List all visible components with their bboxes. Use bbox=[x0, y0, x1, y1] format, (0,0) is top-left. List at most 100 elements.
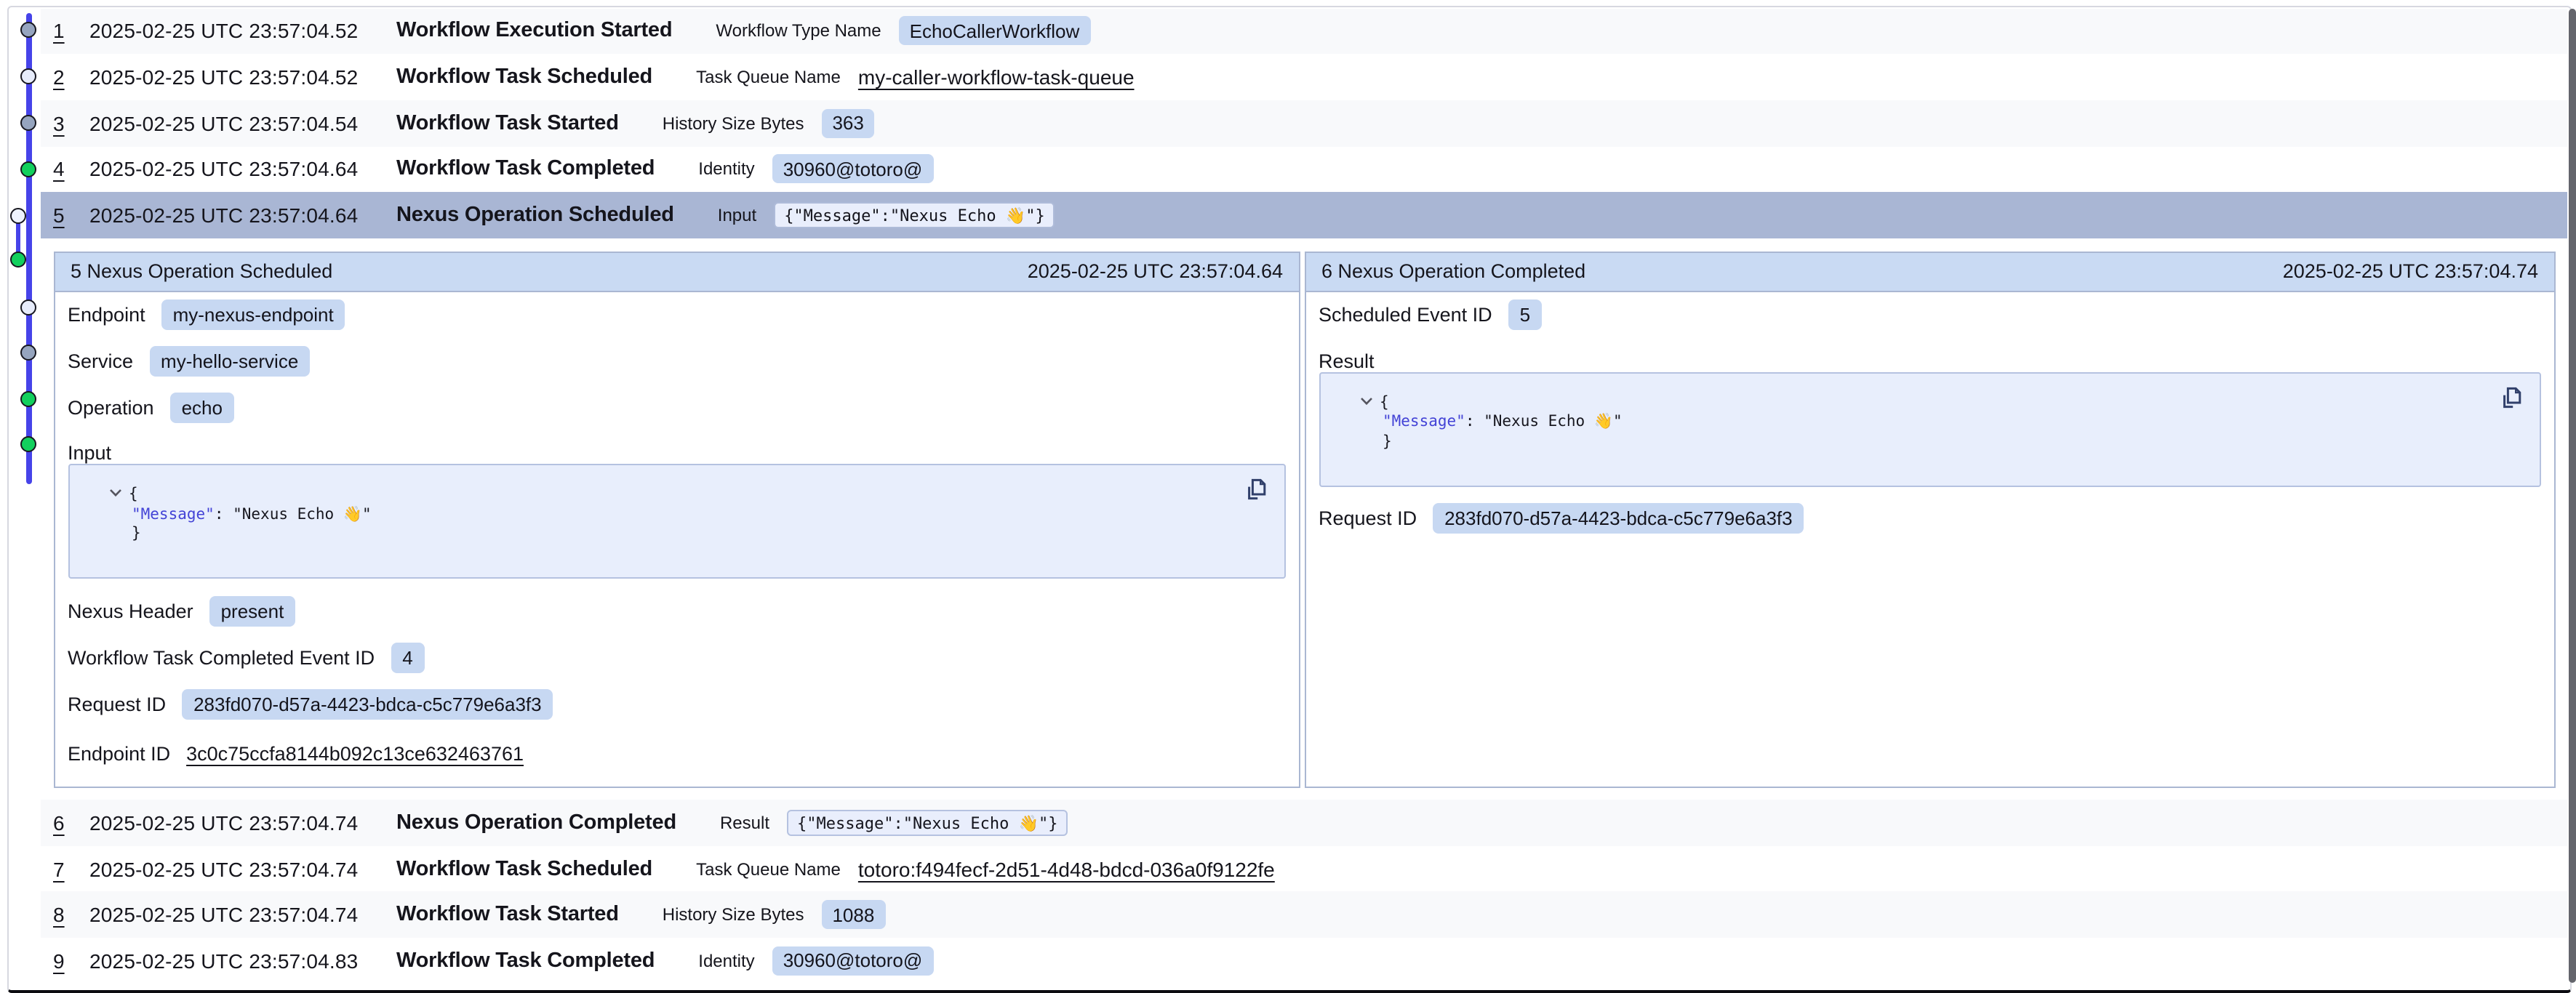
json-payload-chip: {"Message":"Nexus Echo 👋"} bbox=[787, 810, 1068, 836]
chevron-down-icon[interactable] bbox=[108, 484, 121, 504]
copy-icon[interactable] bbox=[2500, 386, 2524, 409]
json-value: "Nexus Echo 👋" bbox=[233, 505, 372, 523]
vertical-scrollbar[interactable] bbox=[2569, 9, 2576, 983]
field-value-badge: 4 bbox=[391, 642, 424, 672]
json-key: "Message" bbox=[132, 505, 215, 523]
detail-badge: EchoCallerWorkflow bbox=[899, 17, 1091, 46]
event-id-link[interactable]: 8 bbox=[53, 903, 65, 926]
event-name: Workflow Task Completed bbox=[396, 949, 655, 973]
event-id-link[interactable]: 2 bbox=[53, 65, 65, 89]
event-detail-label: Workflow Type Name bbox=[716, 21, 881, 41]
event-row-7[interactable]: 7 2025-02-25 UTC 23:57:04.74 Workflow Ta… bbox=[40, 845, 2567, 891]
timeline-event-dot[interactable] bbox=[21, 390, 37, 406]
event-name: Nexus Operation Completed bbox=[396, 811, 676, 835]
event-detail-label: History Size Bytes bbox=[663, 113, 804, 133]
event-timestamp: 2025-02-25 UTC 23:57:04.52 bbox=[89, 20, 396, 43]
event-6-panel-header: 6 Nexus Operation Completed 2025-02-25 U… bbox=[1305, 252, 2554, 292]
event-id-cell: 4 bbox=[40, 158, 89, 181]
event-id-cell: 3 bbox=[40, 111, 89, 134]
event-name: Workflow Task Started bbox=[396, 903, 619, 926]
event-detail-value: 30960@totoro@ bbox=[772, 155, 934, 184]
timeline-event-dot[interactable] bbox=[10, 207, 26, 223]
event-name: Workflow Task Started bbox=[396, 111, 619, 134]
event-id-link[interactable]: 7 bbox=[53, 857, 65, 880]
timeline-event-dot[interactable] bbox=[21, 299, 37, 315]
timeline-event-dot[interactable] bbox=[21, 114, 37, 130]
field-value-badge: my-hello-service bbox=[149, 346, 310, 377]
event-name: Workflow Execution Started bbox=[396, 20, 672, 43]
field-row-endpoint-id: Endpoint ID 3c0c75ccfa8144b092c13ce63246… bbox=[68, 727, 1286, 779]
event-detail-value: 1088 bbox=[821, 900, 885, 929]
event-row-9[interactable]: 9 2025-02-25 UTC 23:57:04.83 Workflow Ta… bbox=[40, 938, 2567, 984]
timeline-event-dot[interactable] bbox=[21, 435, 37, 451]
detail-badge: 363 bbox=[821, 108, 874, 137]
event-timestamp: 2025-02-25 UTC 23:57:04.54 bbox=[89, 111, 396, 134]
json-line: { bbox=[1339, 392, 2540, 413]
timeline-event-dot[interactable] bbox=[21, 21, 37, 37]
event-row-1[interactable]: 1 2025-02-25 UTC 23:57:04.52 Workflow Ex… bbox=[40, 8, 2567, 54]
event-timestamp: 2025-02-25 UTC 23:57:04.83 bbox=[89, 949, 396, 973]
event-row-5-selected[interactable]: 5 2025-02-25 UTC 23:57:04.64 Nexus Opera… bbox=[40, 193, 2567, 238]
result-section-label: Result bbox=[1319, 338, 2541, 371]
event-row-8[interactable]: 8 2025-02-25 UTC 23:57:04.74 Workflow Ta… bbox=[40, 892, 2567, 938]
panel-timestamp: 2025-02-25 UTC 23:57:04.64 bbox=[1028, 261, 1283, 283]
endpoint-id-link[interactable]: 3c0c75ccfa8144b092c13ce632463761 bbox=[186, 742, 524, 764]
event-detail-label: Identity bbox=[698, 951, 754, 971]
event-timestamp: 2025-02-25 UTC 23:57:04.74 bbox=[89, 811, 396, 835]
panel-title: 6 Nexus Operation Completed bbox=[1321, 261, 1585, 283]
event-id-link[interactable]: 6 bbox=[53, 811, 65, 835]
event-id-cell: 8 bbox=[40, 903, 89, 926]
event-row-2[interactable]: 2 2025-02-25 UTC 23:57:04.52 Workflow Ta… bbox=[40, 54, 2567, 100]
timeline-event-dot[interactable] bbox=[21, 68, 37, 84]
event-row-6[interactable]: 6 2025-02-25 UTC 23:57:04.74 Nexus Opera… bbox=[40, 800, 2567, 845]
json-value: "Nexus Echo 👋" bbox=[1484, 413, 1623, 430]
field-value-badge: my-nexus-endpoint bbox=[161, 300, 345, 331]
json-line: } bbox=[1339, 433, 2540, 452]
chevron-down-icon[interactable] bbox=[1359, 392, 1372, 411]
event-6-detail-panel: 6 Nexus Operation Completed 2025-02-25 U… bbox=[1304, 251, 2556, 788]
event-id-link[interactable]: 5 bbox=[53, 204, 65, 227]
json-line: { bbox=[88, 484, 1284, 505]
event-row-3[interactable]: 3 2025-02-25 UTC 23:57:04.54 Workflow Ta… bbox=[40, 100, 2567, 146]
field-value-badge: 283fd070-d57a-4423-bdca-c5c779e6a3f3 bbox=[182, 688, 553, 719]
copy-icon[interactable] bbox=[1245, 478, 1268, 502]
field-label: Endpoint bbox=[68, 305, 145, 326]
input-json-viewer: { "Message": "Nexus Echo 👋" } bbox=[68, 464, 1286, 579]
event-id-link[interactable]: 9 bbox=[53, 949, 65, 973]
field-value-badge: echo bbox=[170, 392, 234, 422]
field-value-badge: 283fd070-d57a-4423-bdca-c5c779e6a3f3 bbox=[1433, 503, 1804, 534]
event-detail-value: EchoCallerWorkflow bbox=[899, 17, 1091, 46]
timeline-line bbox=[26, 13, 31, 484]
field-row-operation: Operation echo bbox=[68, 385, 1286, 430]
event-5-panel-header: 5 Nexus Operation Scheduled 2025-02-25 U… bbox=[55, 252, 1299, 292]
timeline-event-dot[interactable] bbox=[21, 161, 37, 177]
event-id-link[interactable]: 3 bbox=[53, 111, 65, 134]
task-queue-link[interactable]: totoro:f494fecf-2d51-4d48-bdcd-036a0f912… bbox=[858, 857, 1275, 880]
event-detail-value: {"Message":"Nexus Echo 👋"} bbox=[787, 809, 1068, 836]
timeline-event-dot[interactable] bbox=[10, 252, 26, 268]
event-row-4[interactable]: 4 2025-02-25 UTC 23:57:04.64 Workflow Ta… bbox=[40, 146, 2567, 192]
json-key: "Message" bbox=[1383, 413, 1465, 430]
input-section-label: Input bbox=[68, 430, 1286, 464]
task-queue-link[interactable]: my-caller-workflow-task-queue bbox=[858, 65, 1135, 89]
field-value-badge: present bbox=[209, 595, 296, 626]
event-detail-value: totoro:f494fecf-2d51-4d48-bdcd-036a0f912… bbox=[858, 857, 1275, 880]
event-id-link[interactable]: 4 bbox=[53, 158, 65, 181]
event-id-cell: 6 bbox=[40, 811, 89, 835]
event-detail-label: Result bbox=[720, 813, 769, 833]
event-id-link[interactable]: 1 bbox=[53, 20, 65, 43]
event-name: Workflow Task Completed bbox=[396, 158, 655, 181]
field-row-request-id: Request ID 283fd070-d57a-4423-bdca-c5c77… bbox=[68, 680, 1286, 727]
event-timestamp: 2025-02-25 UTC 23:57:04.74 bbox=[89, 857, 396, 880]
detail-badge: 30960@totoro@ bbox=[772, 155, 934, 184]
event-name: Workflow Task Scheduled bbox=[396, 65, 652, 89]
field-row-service: Service my-hello-service bbox=[68, 338, 1286, 384]
field-row-request-id: Request ID 283fd070-d57a-4423-bdca-c5c77… bbox=[1319, 495, 2541, 542]
timeline-event-dot[interactable] bbox=[21, 344, 37, 360]
detail-badge: 1088 bbox=[821, 900, 885, 929]
event-5-detail-panel: 5 Nexus Operation Scheduled 2025-02-25 U… bbox=[53, 251, 1300, 788]
field-row-scheduled-event-id: Scheduled Event ID 5 bbox=[1319, 292, 2541, 338]
field-label: Nexus Header bbox=[68, 600, 193, 622]
workflow-history-screen: 1 2025-02-25 UTC 23:57:04.52 Workflow Ex… bbox=[0, 0, 2576, 993]
field-label: Endpoint ID bbox=[68, 742, 170, 764]
